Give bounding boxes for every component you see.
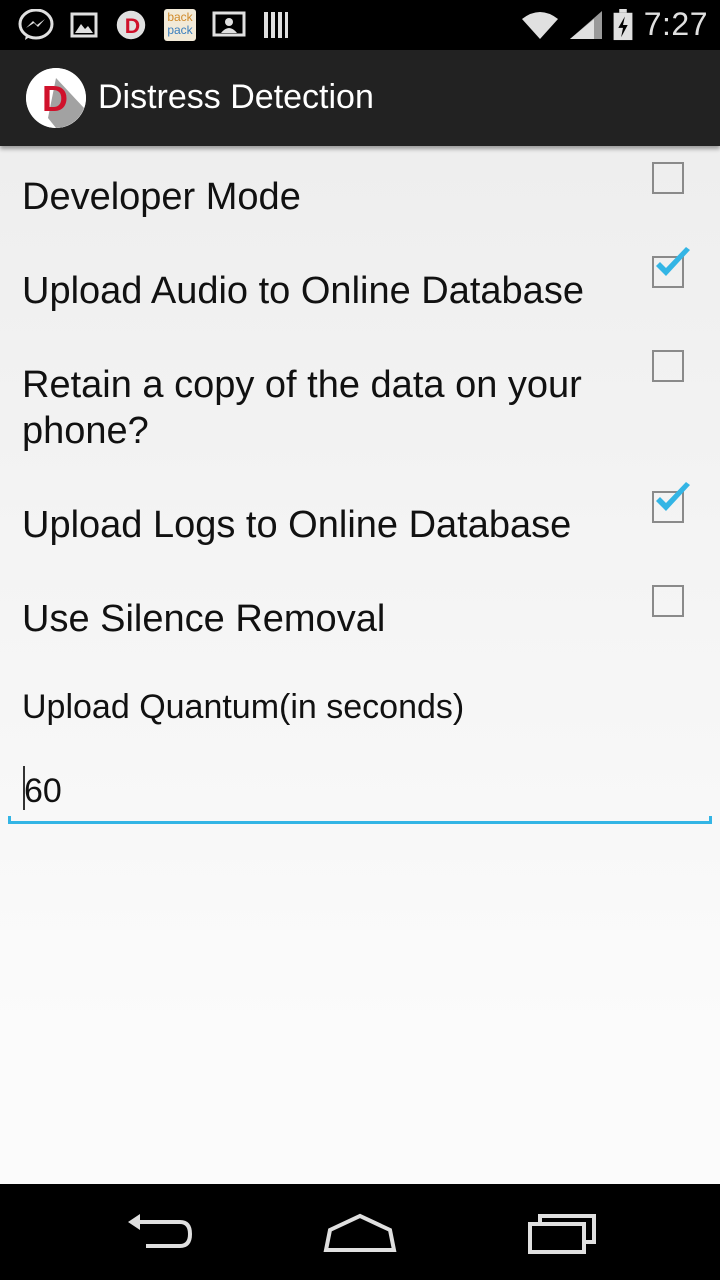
upload-quantum-value: 60 [24,772,62,810]
wifi-icon [522,12,558,39]
pref-label: Developer Mode [22,176,301,218]
app-logo-graphic: D [26,68,86,128]
backpack-icon: back pack [164,9,196,41]
signal-icon [570,11,602,39]
back-icon[interactable] [124,1210,196,1256]
checkbox-silence-removal[interactable] [652,585,684,617]
app-title: Distress Detection [98,78,374,116]
home-icon[interactable] [322,1210,398,1256]
gallery-icon [70,12,98,38]
app-logo[interactable]: D [26,68,86,128]
action-bar: D Distress Detection [0,50,720,146]
status-bar: D back pack 7:27 [0,0,720,50]
messenger-icon [18,9,54,40]
pref-label: Use Silence Removal [22,598,386,640]
settings-content: Developer Mode Upload Audio to Online Da… [0,146,720,1184]
barcode-icon [264,12,288,38]
upload-quantum-input[interactable]: 60 [8,758,712,824]
svg-text:D: D [125,14,140,38]
backpack-text-bottom: pack [167,23,193,37]
upload-quantum-label: Upload Quantum(in seconds) [22,688,465,726]
app-logo-letter: D [42,78,68,119]
checkbox-developer-mode[interactable] [652,162,684,194]
checkmark-icon [656,247,690,276]
pref-label: Retain a copy of the data on your phone? [22,364,582,452]
cast-icon [212,11,246,37]
checkbox-upload-audio[interactable] [652,247,690,288]
pref-label: Upload Logs to Online Database [22,504,572,546]
clock: 7:27 [643,6,708,42]
checkmark-icon [656,482,690,511]
recents-icon[interactable] [526,1210,598,1256]
distress-app-icon: D [116,10,146,40]
input-underline [8,816,712,824]
checkbox-upload-logs[interactable] [652,482,690,523]
nav-bar [0,1184,720,1280]
checkbox-retain-copy[interactable] [652,350,684,382]
battery-charging-icon [613,9,633,41]
pref-label: Upload Audio to Online Database [22,270,584,312]
